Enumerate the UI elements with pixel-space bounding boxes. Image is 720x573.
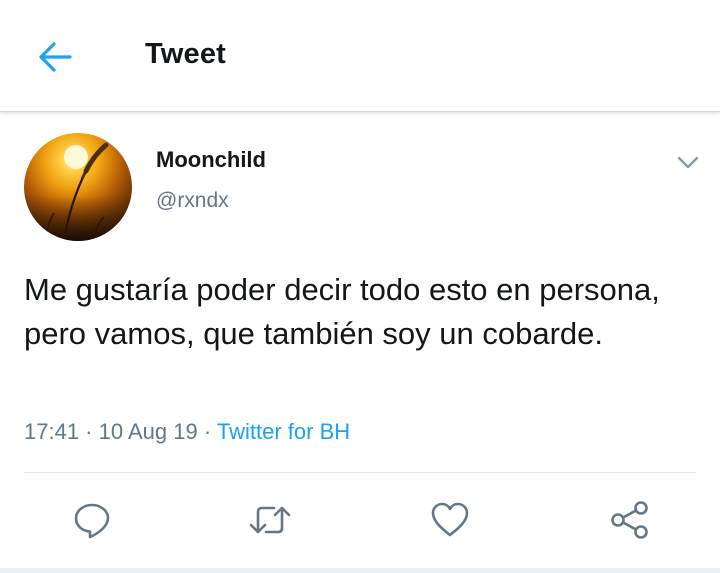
tweet-text: Me gustaría poder decir todo esto en per… — [24, 272, 660, 351]
divider — [24, 472, 696, 473]
tweet-detail-screen: Tweet Moonchild @rxndx Me gustaría poder… — [0, 0, 720, 573]
avatar[interactable] — [24, 133, 132, 241]
top-app-bar: Tweet — [0, 0, 720, 112]
tweet-time: 17:41 — [24, 419, 80, 444]
share-icon — [611, 501, 648, 539]
tweet-source-link[interactable]: Twitter for BH — [217, 419, 350, 444]
retweet-icon — [249, 506, 291, 534]
chevron-down-icon — [677, 156, 699, 169]
heart-icon — [431, 502, 469, 537]
meta-separator: · — [79, 419, 99, 444]
more-options-button[interactable] — [670, 148, 706, 178]
like-button[interactable] — [428, 498, 472, 542]
meta-separator: · — [197, 419, 217, 444]
arrow-left-icon — [39, 42, 72, 72]
share-button[interactable] — [608, 498, 652, 542]
avatar-image — [24, 133, 132, 241]
tweet-date: 10 Aug 19 — [98, 419, 198, 444]
tweet-metadata: 17:41 · 10 Aug 19 · Twitter for BH — [24, 419, 350, 445]
retweet-button[interactable] — [248, 498, 292, 542]
back-button[interactable] — [30, 32, 80, 82]
display-name[interactable]: Moonchild — [156, 147, 266, 173]
reply-button[interactable] — [70, 498, 114, 542]
user-handle[interactable]: @rxndx — [156, 189, 229, 213]
page-title: Tweet — [145, 38, 227, 70]
bottom-divider — [0, 568, 720, 573]
reply-icon — [74, 503, 110, 539]
